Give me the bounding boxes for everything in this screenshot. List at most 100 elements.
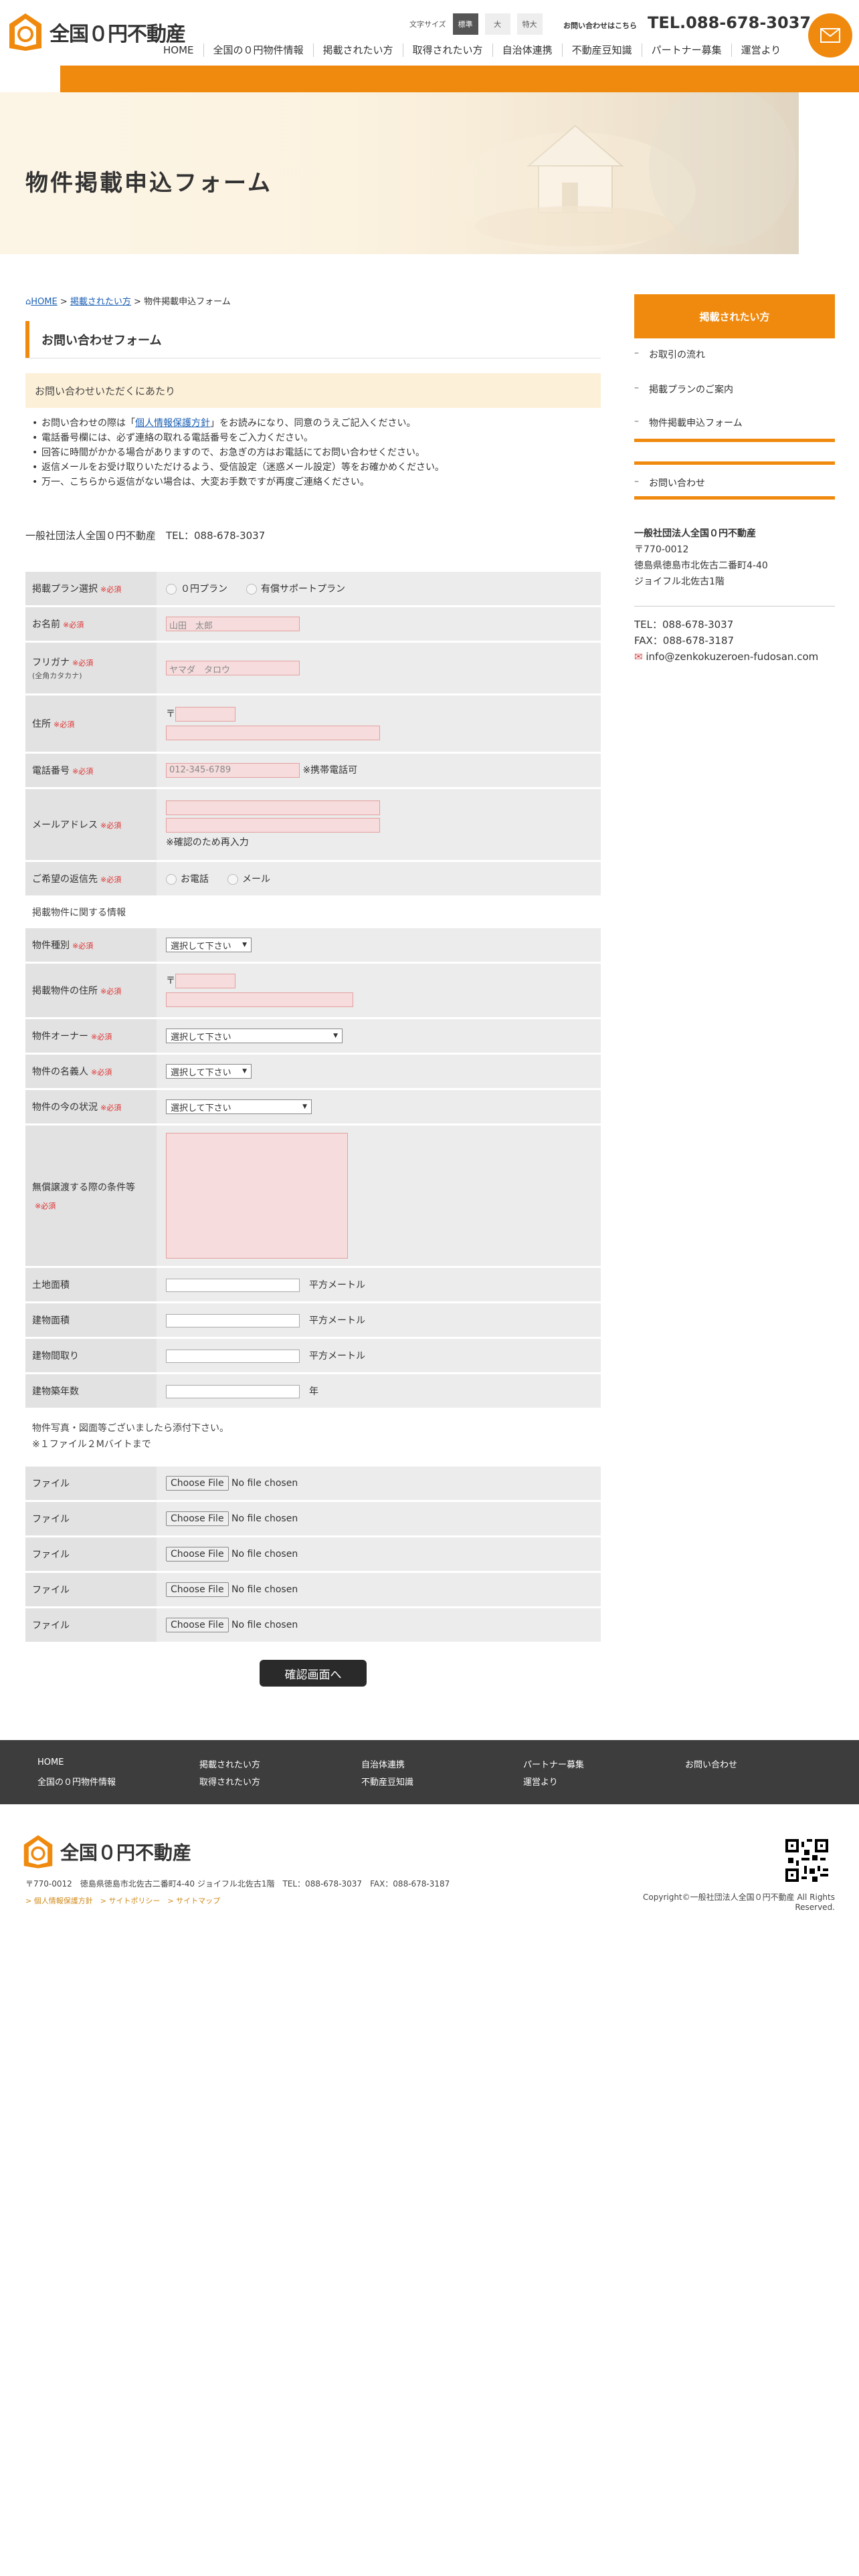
radio-label: ０円プラン	[181, 584, 227, 595]
file-row: ファイル Choose File No file chosen	[25, 1573, 601, 1606]
property-zip-input[interactable]	[175, 974, 235, 988]
nav-properties[interactable]: 全国の０円物件情報	[203, 43, 313, 57]
sidebar-item-plans[interactable]: 掲載プランのご案内	[634, 383, 835, 396]
notice-item: 電話番号欄には、必ず連絡の取れる電話番号をご入力ください。	[32, 431, 444, 445]
nav-municipality[interactable]: 自治体連携	[492, 43, 562, 57]
nav-about[interactable]: 運営より	[731, 43, 791, 57]
sidebar-item-flow[interactable]: お取引の流れ	[634, 348, 835, 361]
field-label: 物件の名義人	[32, 1067, 88, 1077]
envelope-icon: ✉	[634, 651, 643, 663]
nav-list-property[interactable]: 掲載されたい方	[312, 43, 403, 57]
footer-nav-municipality[interactable]: 自治体連携	[361, 1757, 405, 1770]
choose-file-button[interactable]: Choose File	[166, 1582, 229, 1597]
owner-select[interactable]: 選択して下さい ▼	[166, 1029, 343, 1043]
sidebar-organization: 一般社団法人全国０円不動産 〒770-0012 徳島県徳島市北佐古二番町4-40…	[634, 526, 768, 590]
nav-home[interactable]: HOME	[154, 43, 203, 57]
privacy-policy-link[interactable]: 個人情報保護方針	[135, 418, 210, 429]
footer-nav-contact[interactable]: お問い合わせ	[685, 1757, 737, 1770]
notice-list: お問い合わせの際は「個人情報保護方針」をお読みになり、同意のうえご記入ください。…	[32, 416, 444, 490]
notice-text: お問い合わせの際は「	[41, 418, 135, 429]
building-area-input[interactable]	[166, 1313, 300, 1327]
sidebar-heading[interactable]: 掲載されたい方	[634, 294, 835, 338]
zip-mark: 〒	[166, 709, 175, 720]
field-label: メールアドレス	[32, 820, 98, 831]
property-type-select[interactable]: 選択して下さい ▼	[166, 938, 252, 952]
footer-nav-about[interactable]: 運営より	[523, 1775, 558, 1788]
notice-text: 」をお読みになり、同意のうえご記入ください。	[210, 418, 416, 429]
form-row-land-area: 土地面積 平方メートル	[25, 1268, 601, 1301]
form-row-age: 建物築年数 年	[25, 1374, 601, 1408]
unit-label: 平方メートル	[309, 1315, 365, 1326]
phone-input[interactable]: 012-345-6789	[166, 763, 300, 778]
email-input[interactable]	[166, 800, 380, 815]
confirm-button[interactable]: 確認画面へ	[260, 1660, 367, 1687]
footer-links: > 個人情報保護方針 > サイトポリシー > サイトマップ	[25, 1897, 221, 1905]
org-tel[interactable]: TEL：088-678-3037	[634, 617, 818, 633]
required-badge: ※必須	[100, 1103, 122, 1112]
qr-code-icon	[785, 1839, 828, 1882]
email-confirm-input[interactable]	[166, 818, 380, 833]
radio-label: 有償サポートプラン	[261, 584, 345, 595]
global-nav: HOME 全国の０円物件情報 掲載されたい方 取得されたい方 自治体連携 不動産…	[154, 40, 790, 60]
conditions-textarea[interactable]	[166, 1133, 348, 1259]
sidebar-item-contact[interactable]: お問い合わせ	[634, 476, 835, 490]
field-label: 電話番号	[32, 766, 70, 776]
nav-partner[interactable]: パートナー募集	[641, 43, 731, 57]
footer-link-privacy[interactable]: 個人情報保護方針	[34, 1897, 93, 1905]
sidebar-item-form[interactable]: 物件掲載申込フォーム	[634, 416, 835, 429]
field-label: お名前	[32, 619, 60, 630]
address-input[interactable]	[166, 726, 380, 740]
header-mail-button[interactable]	[808, 13, 852, 58]
zip-input[interactable]	[175, 707, 235, 722]
org-email[interactable]: info@zenkokuzeroen-fudosan.com	[646, 651, 818, 663]
footer-link-sitemap[interactable]: サイトマップ	[176, 1897, 220, 1905]
footer-logo[interactable]: 全国０円不動産	[23, 1834, 191, 1870]
font-size-xlarge-button[interactable]: 特大	[516, 13, 543, 35]
required-badge: ※必須	[100, 585, 122, 594]
choose-file-button[interactable]: Choose File	[166, 1476, 229, 1491]
choose-file-button[interactable]: Choose File	[166, 1511, 229, 1526]
nominee-select[interactable]: 選択して下さい ▼	[166, 1064, 252, 1079]
breadcrumb-separator: >	[134, 297, 145, 307]
plan-paid-radio[interactable]	[246, 584, 257, 595]
footer-nav-home[interactable]: HOME	[37, 1757, 64, 1767]
font-size-switcher: 文字サイズ 標準 大 特大	[409, 13, 543, 35]
footer-nav-list-property[interactable]: 掲載されたい方	[199, 1757, 260, 1770]
name-input[interactable]: 山田 太郎	[166, 617, 300, 631]
building-age-input[interactable]	[166, 1384, 300, 1398]
nav-tips[interactable]: 不動産豆知識	[561, 43, 642, 57]
reply-email-radio[interactable]	[227, 874, 238, 885]
org-address: ジョイフル北佐古1階	[634, 576, 725, 587]
header-tel[interactable]: TEL.088-678-3037	[648, 13, 811, 32]
font-size-large-button[interactable]: 大	[484, 13, 510, 35]
breadcrumb-parent[interactable]: 掲載されたい方	[70, 297, 131, 307]
unit-label: 年	[309, 1386, 318, 1397]
choose-file-button[interactable]: Choose File	[166, 1547, 229, 1562]
kana-input[interactable]: ヤマダ タロウ	[166, 661, 300, 675]
file-status: No file chosen	[231, 1478, 298, 1489]
footer-nav-tips[interactable]: 不動産豆知識	[361, 1775, 413, 1788]
nav-acquire[interactable]: 取得されたい方	[402, 43, 492, 57]
field-label: 物件種別	[32, 940, 70, 951]
notice-item: お問い合わせの際は「個人情報保護方針」をお読みになり、同意のうえご記入ください。	[32, 416, 444, 431]
file-status: No file chosen	[231, 1620, 298, 1630]
status-select[interactable]: 選択して下さい ▼	[166, 1099, 312, 1114]
choose-file-button[interactable]: Choose File	[166, 1618, 229, 1632]
footer-nav-partner[interactable]: パートナー募集	[523, 1757, 584, 1770]
breadcrumb-home[interactable]: HOME	[31, 297, 57, 307]
footer-link-policy[interactable]: サイトポリシー	[108, 1897, 160, 1905]
footer-nav-properties[interactable]: 全国の０円物件情報	[37, 1775, 116, 1788]
breadcrumb: ⌂HOME > 掲載されたい方 > 物件掲載申込フォーム	[25, 294, 231, 307]
land-area-input[interactable]	[166, 1278, 300, 1292]
plan-free-radio[interactable]	[166, 584, 177, 595]
footer-nav-acquire[interactable]: 取得されたい方	[199, 1775, 260, 1788]
sidebar-contact: TEL：088-678-3037 FAX：088-678-3187 ✉ info…	[634, 617, 818, 665]
property-address-input[interactable]	[166, 992, 353, 1007]
chevron-down-icon: ▼	[302, 1103, 307, 1110]
layout-input[interactable]	[166, 1349, 300, 1363]
font-size-standard-button[interactable]: 標準	[452, 13, 478, 35]
radio-label: お電話	[181, 874, 209, 885]
form-row-reply: ご希望の返信先 ※必須 お電話 メール	[25, 862, 601, 895]
reply-phone-radio[interactable]	[166, 874, 177, 885]
file-status: No file chosen	[231, 1584, 298, 1595]
